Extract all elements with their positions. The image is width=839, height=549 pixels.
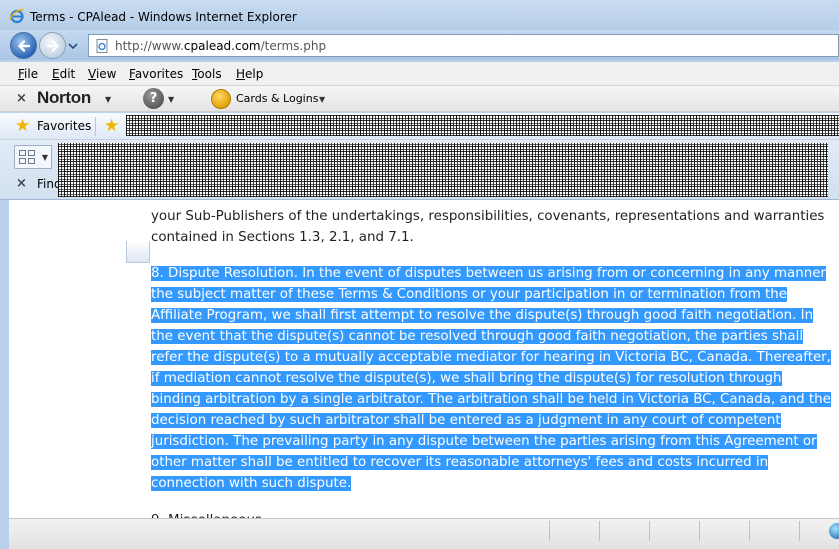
redacted-region xyxy=(126,115,839,136)
internet-explorer-icon xyxy=(9,9,25,24)
menu-bar: File Edit View Favorites Tools Help xyxy=(0,62,839,86)
title-bar: Terms - CPAlead - Windows Internet Explo… xyxy=(0,0,839,30)
page-icon xyxy=(96,39,108,53)
selected-text[interactable]: 8. Dispute Resolution. In the event of d… xyxy=(151,266,831,491)
arrow-right-icon xyxy=(46,39,59,52)
page-content[interactable]: your Sub-Publishers of the undertakings,… xyxy=(9,200,839,518)
favorites-button[interactable]: Favorites xyxy=(37,119,91,133)
address-bar[interactable]: http://www.cpalead.com/terms.php xyxy=(88,34,839,57)
cards-chevron-down-icon[interactable]: ▼ xyxy=(319,95,325,104)
window-title: Terms - CPAlead - Windows Internet Explo… xyxy=(30,10,297,24)
tab-bar: ▼ × Find xyxy=(0,140,839,200)
norton-logo[interactable]: Norton xyxy=(37,88,91,108)
divider xyxy=(699,521,700,541)
arrow-left-icon xyxy=(17,39,30,52)
menu-help[interactable]: Help xyxy=(236,67,263,81)
redacted-region xyxy=(58,143,828,197)
divider xyxy=(649,521,650,541)
help-icon[interactable]: ? xyxy=(143,88,164,109)
cards-logins-button[interactable]: Cards & Logins xyxy=(236,92,318,105)
menu-favorites[interactable]: Favorites xyxy=(129,67,183,81)
next-section-heading: 9. Miscellaneous xyxy=(151,510,831,518)
navigation-bar: http://www.cpalead.com/terms.php xyxy=(0,30,839,60)
divider xyxy=(799,521,800,541)
close-find-icon[interactable]: × xyxy=(16,176,27,191)
close-toolbar-icon[interactable]: × xyxy=(16,91,27,106)
favorites-bar: ★ Favorites ★ xyxy=(0,113,839,140)
recent-pages-chevron-down-icon[interactable] xyxy=(67,40,79,52)
back-button[interactable] xyxy=(10,32,37,59)
selected-terms-paragraph[interactable]: 8. Dispute Resolution. In the event of d… xyxy=(151,263,831,494)
menu-tools[interactable]: Tools xyxy=(192,67,222,81)
quick-tabs-icon[interactable] xyxy=(14,145,40,169)
window-frame xyxy=(0,200,9,549)
menu-file[interactable]: File xyxy=(18,67,38,81)
status-bar xyxy=(9,518,839,549)
add-favorite-star-icon[interactable]: ★ xyxy=(104,116,119,136)
terms-paragraph: your Sub-Publishers of the undertakings,… xyxy=(151,209,825,245)
divider xyxy=(749,521,750,541)
divider xyxy=(599,521,600,541)
norton-toolbar: × Norton ▼ ? ▼ Cards & Logins ▼ xyxy=(0,86,839,112)
lock-icon[interactable] xyxy=(211,89,231,109)
divider xyxy=(95,117,96,136)
divider xyxy=(549,521,550,541)
internet-zone-globe-icon[interactable] xyxy=(829,523,839,539)
tab-list-chevron-down-icon[interactable]: ▼ xyxy=(39,145,52,169)
help-chevron-down-icon[interactable]: ▼ xyxy=(168,95,174,104)
menu-edit[interactable]: Edit xyxy=(52,67,75,81)
forward-button[interactable] xyxy=(39,32,66,59)
page-margin-icon xyxy=(126,241,150,263)
favorites-star-icon[interactable]: ★ xyxy=(15,116,30,136)
menu-view[interactable]: View xyxy=(88,67,116,81)
norton-chevron-down-icon[interactable]: ▼ xyxy=(105,95,111,104)
url-text[interactable]: http://www.cpalead.com/terms.php xyxy=(115,39,326,53)
